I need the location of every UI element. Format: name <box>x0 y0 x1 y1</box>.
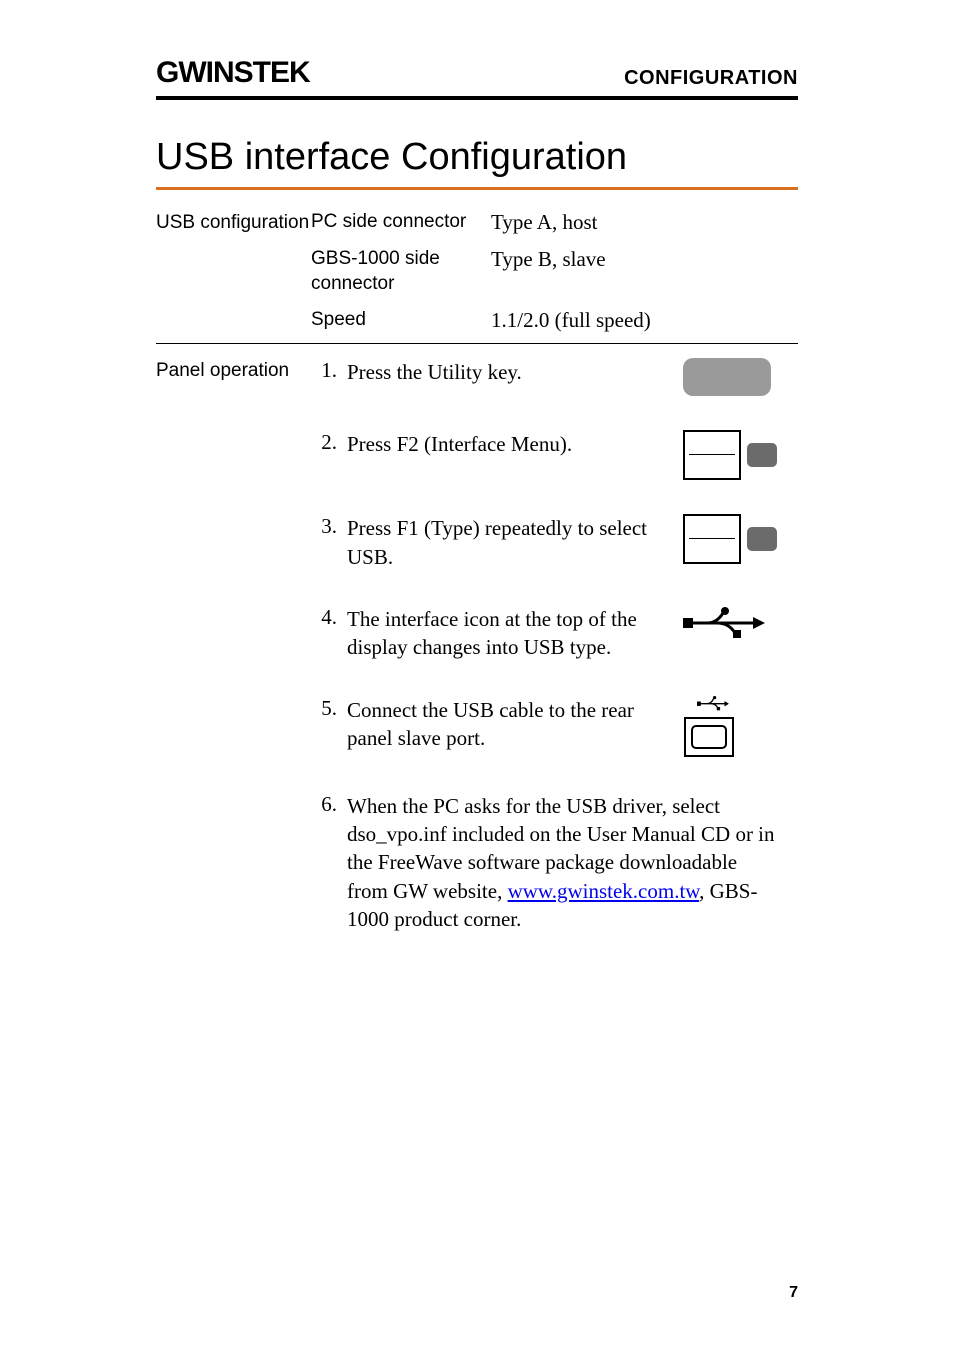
step-item: 5. Connect the USB cable to the rear pan… <box>311 696 798 758</box>
step-text: When the PC asks for the USB driver, sel… <box>347 792 788 934</box>
usb-config-table: PC side connector Type A, host GBS-1000 … <box>311 210 798 333</box>
step-number: 6. <box>311 792 337 817</box>
usb-config-section: USB configuration PC side connector Type… <box>156 196 798 344</box>
row-label: Speed <box>311 308 491 333</box>
step-text: Press F2 (Interface Menu). <box>347 430 673 458</box>
table-row: GBS-1000 side connector Type B, slave <box>311 247 798 296</box>
step-item: 6. When the PC asks for the USB driver, … <box>311 792 798 934</box>
usb-config-label: USB configuration <box>156 210 311 333</box>
steps-list: 1. Press the Utility key. 2. Press F2 (I… <box>311 358 798 967</box>
step-text: Press F1 (Type) repeatedly to select USB… <box>347 514 673 571</box>
brand-text: GWINSTEK <box>156 56 310 89</box>
panel-op-label: Panel operation <box>156 358 311 967</box>
screen-softkey-icon <box>683 514 798 564</box>
step-item: 1. Press the Utility key. <box>311 358 798 396</box>
page-number: 7 <box>789 1284 798 1302</box>
utility-key-icon <box>683 358 798 396</box>
step-text: Connect the USB cable to the rear panel … <box>347 696 673 753</box>
step-item: 3. Press F1 (Type) repeatedly to select … <box>311 514 798 571</box>
usb-trident-icon <box>683 605 798 639</box>
step-item: 4. The interface icon at the top of the … <box>311 605 798 662</box>
row-value: Type B, slave <box>491 247 606 296</box>
row-value: 1.1/2.0 (full speed) <box>491 308 651 333</box>
step-item: 2. Press F2 (Interface Menu). <box>311 430 798 480</box>
screen-softkey-icon <box>683 430 798 480</box>
row-value: Type A, host <box>491 210 597 235</box>
table-row: PC side connector Type A, host <box>311 210 798 235</box>
step-number: 2. <box>311 430 337 455</box>
row-label: GBS-1000 side connector <box>311 247 491 296</box>
brand-logo: GWINSTEK <box>156 56 310 90</box>
row-label: PC side connector <box>311 210 491 235</box>
content: USB configuration PC side connector Type… <box>156 196 798 977</box>
step-number: 1. <box>311 358 337 383</box>
header-section-label: CONFIGURATION <box>624 67 798 90</box>
table-row: Speed 1.1/2.0 (full speed) <box>311 308 798 333</box>
gw-website-link[interactable]: www.gwinstek.com.tw <box>508 879 700 903</box>
step-number: 5. <box>311 696 337 721</box>
step-text: Press the Utility key. <box>347 358 673 386</box>
panel-operation-section: Panel operation 1. Press the Utility key… <box>156 344 798 977</box>
step-text: The interface icon at the top of the dis… <box>347 605 673 662</box>
page-title: USB interface Configuration <box>156 136 798 190</box>
step-number: 4. <box>311 605 337 630</box>
step-number: 3. <box>311 514 337 539</box>
page-header: GWINSTEK CONFIGURATION <box>156 56 798 100</box>
usb-port-icon <box>683 696 798 758</box>
